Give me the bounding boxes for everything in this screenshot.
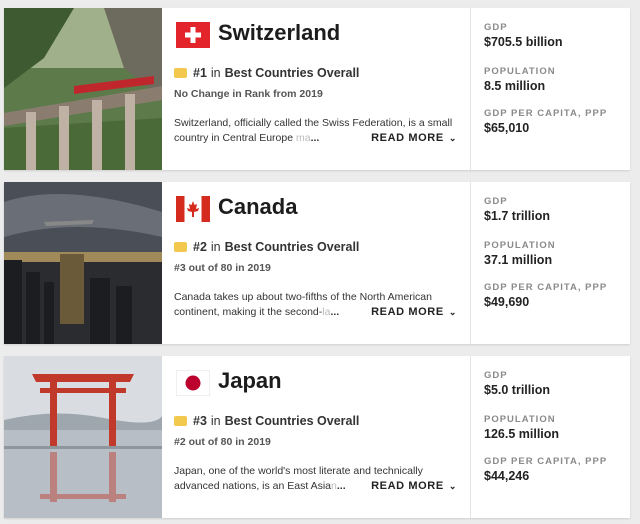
gdp-per-capita-value: $49,690 <box>484 295 530 309</box>
gdp-per-capita-label: GDP PER CAPITA, PPP <box>484 108 608 119</box>
population-stat: POPULATION 37.1 million <box>484 240 556 267</box>
medal-icon <box>174 242 187 252</box>
gdp-value: $705.5 billion <box>484 35 563 49</box>
population-label: POPULATION <box>484 240 556 251</box>
rank-line: #2 in Best Countries Overall <box>174 240 359 254</box>
gdp-stat: GDP $1.7 trillion <box>484 196 550 223</box>
rank-line: #1 in Best Countries Overall <box>174 66 359 80</box>
japan-flag-icon <box>175 369 211 397</box>
gdp-label: GDP <box>484 22 508 33</box>
description-fade: ma <box>295 132 311 144</box>
rank-change: No Change in Rank from 2019 <box>174 88 323 100</box>
chevron-down-icon: ⌄ <box>445 307 457 317</box>
medal-icon <box>174 416 187 426</box>
rank-number: #2 <box>193 240 207 254</box>
population-value: 37.1 million <box>484 253 553 267</box>
country-photo <box>4 8 162 170</box>
read-more-button[interactable]: READ MORE ⌄ <box>371 132 457 144</box>
country-info: Switzerland #1 in Best Countries Overall… <box>174 8 469 170</box>
population-value: 126.5 million <box>484 427 560 441</box>
rank-change: #2 out of 80 in 2019 <box>174 436 271 448</box>
gdp-value: $1.7 trillion <box>484 209 550 223</box>
medal-icon <box>174 68 187 78</box>
population-stat: POPULATION 8.5 million <box>484 66 556 93</box>
gdp-per-capita-stat: GDP PER CAPITA, PPP $65,010 <box>484 108 607 135</box>
country-info: Canada #2 in Best Countries Overall #3 o… <box>174 182 469 344</box>
rank-number: #1 <box>193 66 207 80</box>
gdp-per-capita-value: $44,246 <box>484 469 530 483</box>
rank-in-text: in <box>210 414 221 428</box>
rank-in-text: in <box>210 66 221 80</box>
country-card-switzerland[interactable]: Switzerland #1 in Best Countries Overall… <box>4 8 630 170</box>
rank-number: #3 <box>193 414 207 428</box>
country-stats: GDP $1.7 trillion POPULATION 37.1 millio… <box>470 182 630 344</box>
description-ellipsis: ... <box>310 132 320 144</box>
chevron-down-icon: ⌄ <box>445 133 457 143</box>
read-more-label: READ MORE <box>371 480 444 492</box>
swiss-flag-icon <box>176 22 210 48</box>
chevron-down-icon: ⌄ <box>445 481 457 491</box>
country-card-japan[interactable]: Japan #3 in Best Countries Overall #2 ou… <box>4 356 630 518</box>
country-name[interactable]: Japan <box>218 368 282 394</box>
rank-line: #3 in Best Countries Overall <box>174 414 359 428</box>
gdp-value: $5.0 trillion <box>484 383 550 397</box>
description-ellipsis: ... <box>336 480 346 492</box>
gdp-stat: GDP $705.5 billion <box>484 22 563 49</box>
rank-in-text: in <box>210 240 221 254</box>
rank-change: #3 out of 80 in 2019 <box>174 262 271 274</box>
country-stats: GDP $5.0 trillion POPULATION 126.5 milli… <box>470 356 630 518</box>
population-stat: POPULATION 126.5 million <box>484 414 559 441</box>
rank-category-link[interactable]: Best Countries Overall <box>225 240 360 254</box>
rank-category-link[interactable]: Best Countries Overall <box>225 66 360 80</box>
country-card-canada[interactable]: Canada #2 in Best Countries Overall #3 o… <box>4 182 630 344</box>
read-more-label: READ MORE <box>371 132 444 144</box>
rank-category-link[interactable]: Best Countries Overall <box>225 414 360 428</box>
read-more-button[interactable]: READ MORE ⌄ <box>371 480 457 492</box>
population-label: POPULATION <box>484 66 556 77</box>
gdp-per-capita-value: $65,010 <box>484 121 530 135</box>
gdp-label: GDP <box>484 370 508 381</box>
description-ellipsis: ... <box>330 306 340 318</box>
canada-flag-icon <box>176 196 210 222</box>
gdp-label: GDP <box>484 196 508 207</box>
country-photo <box>4 182 162 344</box>
population-label: POPULATION <box>484 414 556 425</box>
gdp-stat: GDP $5.0 trillion <box>484 370 550 397</box>
population-value: 8.5 million <box>484 79 546 93</box>
country-name[interactable]: Canada <box>218 194 297 220</box>
read-more-button[interactable]: READ MORE ⌄ <box>371 306 457 318</box>
gdp-per-capita-stat: GDP PER CAPITA, PPP $44,246 <box>484 456 607 483</box>
country-name[interactable]: Switzerland <box>218 20 340 46</box>
country-photo <box>4 356 162 518</box>
gdp-per-capita-label: GDP PER CAPITA, PPP <box>484 456 608 467</box>
gdp-per-capita-stat: GDP PER CAPITA, PPP $49,690 <box>484 282 607 309</box>
gdp-per-capita-label: GDP PER CAPITA, PPP <box>484 282 608 293</box>
read-more-label: READ MORE <box>371 306 444 318</box>
country-info: Japan #3 in Best Countries Overall #2 ou… <box>174 356 469 518</box>
country-stats: GDP $705.5 billion POPULATION 8.5 millio… <box>470 8 630 170</box>
